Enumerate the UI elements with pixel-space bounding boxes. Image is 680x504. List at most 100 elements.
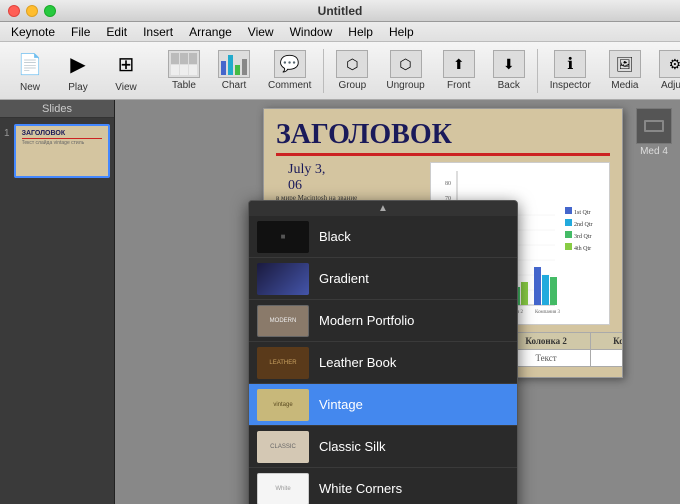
- menu-view[interactable]: View: [241, 23, 281, 41]
- inspector-icon: ℹ: [554, 50, 586, 78]
- svg-text:3rd Qtr: 3rd Qtr: [574, 234, 592, 240]
- media-button[interactable]: 🖼 Media: [601, 46, 649, 95]
- adjust-icon: ⚙: [659, 50, 680, 78]
- svg-text:4th Qtr: 4th Qtr: [574, 246, 591, 252]
- theme-item-vintage[interactable]: vintage Vintage: [249, 384, 517, 426]
- theme-name-classic: Classic Silk: [319, 439, 385, 454]
- comment-label: Comment: [268, 80, 311, 91]
- med4-container: Med 4: [636, 108, 672, 157]
- media-icon: 🖼: [609, 50, 641, 78]
- comment-button[interactable]: 💬 Comment: [260, 46, 319, 95]
- med4-svg: [642, 114, 666, 138]
- theme-thumb-classic: CLASSIC: [257, 431, 309, 463]
- inspector-button[interactable]: ℹ Inspector: [542, 46, 599, 95]
- theme-item-classic[interactable]: CLASSIC Classic Silk: [249, 426, 517, 468]
- play-label: Play: [68, 82, 87, 93]
- play-icon: ▶: [62, 48, 94, 80]
- back-label: Back: [498, 80, 520, 91]
- svg-text:80: 80: [445, 181, 451, 187]
- maximize-button[interactable]: [44, 5, 56, 17]
- theme-dropdown: ▲ ■ Black Gradient MODERN Modern Portfol…: [248, 200, 518, 504]
- new-button[interactable]: 📄 New: [8, 44, 52, 97]
- theme-name-gradient: Gradient: [319, 271, 369, 286]
- table-label: Table: [172, 80, 196, 91]
- theme-item-leather[interactable]: LEATHER Leather Book: [249, 342, 517, 384]
- theme-item-black[interactable]: ■ Black: [249, 216, 517, 258]
- menu-keynote[interactable]: Keynote: [4, 23, 62, 41]
- window-title: Untitled: [318, 4, 363, 18]
- svg-text:2nd Qtr: 2nd Qtr: [574, 222, 593, 228]
- close-button[interactable]: [8, 5, 20, 17]
- table-icon: [168, 50, 200, 78]
- menu-window[interactable]: Window: [283, 23, 340, 41]
- minimize-button[interactable]: [26, 5, 38, 17]
- play-button[interactable]: ▶ Play: [56, 44, 100, 97]
- menu-insert[interactable]: Insert: [136, 23, 180, 41]
- toolbar-sep2: [323, 49, 324, 93]
- toolbar-sep3: [537, 49, 538, 93]
- comment-icon: 💬: [274, 50, 306, 78]
- theme-name-black: Black: [319, 229, 351, 244]
- theme-item-white[interactable]: White White Corners: [249, 468, 517, 504]
- adjust-button[interactable]: ⚙ Adjust: [651, 46, 680, 95]
- ungroup-button[interactable]: ⬡ Ungroup: [378, 46, 432, 95]
- slide-panel: 1 ЗАГОЛОВОК Текст слайда vintage стиль: [0, 118, 114, 184]
- group-icon: ⬡: [336, 50, 368, 78]
- new-icon: 📄: [14, 48, 46, 80]
- slide-year: 06: [288, 178, 302, 193]
- slide-number: 1: [4, 124, 10, 139]
- menu-arrange[interactable]: Arrange: [182, 23, 239, 41]
- menubar: Keynote File Edit Insert Arrange View Wi…: [0, 22, 680, 42]
- table-cell-1-3: Текст: [590, 350, 623, 367]
- titlebar: Untitled: [0, 0, 680, 22]
- ungroup-label: Ungroup: [386, 80, 424, 91]
- theme-name-modern: Modern Portfolio: [319, 313, 414, 328]
- toolbar-right: Table Chart 💬 Comment ⬡ Group ⬡ Ungroup …: [160, 46, 680, 95]
- group-label: Group: [338, 80, 366, 91]
- view-icon: ⊞: [110, 48, 142, 80]
- toolbar: 📄 New ▶ Play ⊞ View Table Chart �: [0, 42, 680, 100]
- group-button[interactable]: ⬡ Group: [328, 46, 376, 95]
- theme-name-vintage: Vintage: [319, 397, 363, 412]
- sidebar-header: Slides: [0, 100, 114, 118]
- ungroup-icon: ⬡: [390, 50, 422, 78]
- svg-text:Компания 3: Компания 3: [535, 310, 560, 315]
- table-button[interactable]: Table: [160, 46, 208, 95]
- slide-heading: ЗАГОЛОВОК: [264, 109, 622, 151]
- slide-date: July 3, 06: [276, 162, 422, 194]
- theme-item-modern[interactable]: MODERN Modern Portfolio: [249, 300, 517, 342]
- chart-button[interactable]: Chart: [210, 46, 258, 95]
- menu-help2[interactable]: Help: [382, 23, 421, 41]
- back-icon: ⬇: [493, 50, 525, 78]
- menu-file[interactable]: File: [64, 23, 97, 41]
- med4-label: Med 4: [640, 146, 668, 157]
- theme-thumb-vintage: vintage: [257, 389, 309, 421]
- inspector-label: Inspector: [550, 80, 591, 91]
- adjust-label: Adjust: [661, 80, 680, 91]
- menu-edit[interactable]: Edit: [99, 23, 134, 41]
- theme-name-leather: Leather Book: [319, 355, 396, 370]
- view-button[interactable]: ⊞ View: [104, 44, 148, 97]
- menu-help[interactable]: Help: [341, 23, 380, 41]
- back-button[interactable]: ⬇ Back: [485, 46, 533, 95]
- med4-icon: [636, 108, 672, 144]
- table-header-3: Колонка 3: [590, 333, 623, 350]
- view-label: View: [115, 82, 137, 93]
- front-button[interactable]: ⬆ Front: [435, 46, 483, 95]
- theme-thumb-black: ■: [257, 221, 309, 253]
- theme-thumb-white: White: [257, 473, 309, 504]
- main-layout: Slides 1 ЗАГОЛОВОК Текст слайда vintage …: [0, 100, 680, 504]
- theme-thumb-gradient: [257, 263, 309, 295]
- svg-text:1st Qtr: 1st Qtr: [574, 210, 591, 216]
- media-label: Media: [611, 80, 638, 91]
- theme-thumb-leather: LEATHER: [257, 347, 309, 379]
- traffic-lights: [8, 5, 56, 17]
- sidebar: Slides 1 ЗАГОЛОВОК Текст слайда vintage …: [0, 100, 115, 504]
- content-area: ▲ ■ Black Gradient MODERN Modern Portfol…: [115, 100, 680, 504]
- slide-underline: [276, 153, 610, 156]
- slide-thumbnail[interactable]: ЗАГОЛОВОК Текст слайда vintage стиль: [14, 124, 110, 178]
- new-label: New: [20, 82, 40, 93]
- dropdown-arrow: ▲: [249, 201, 517, 216]
- theme-item-gradient[interactable]: Gradient: [249, 258, 517, 300]
- chart-label: Chart: [222, 80, 246, 91]
